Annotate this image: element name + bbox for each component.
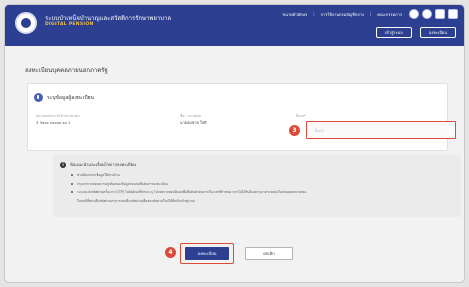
notice-item: ระบบจะส่งรหัสผ่านครั้งแรก (OTP) ไปยังอีเ… — [71, 188, 451, 197]
email-label: อีเมล* — [296, 114, 306, 118]
top-links: ขนาดตัวอักษร | การใช้งานกรมบัญชีกลาง | ค… — [282, 11, 402, 18]
name-label: ชื่อ - นามสกุล — [180, 114, 202, 118]
name-value: นายสมชาย ใจดี — [180, 120, 207, 125]
contrast-icon[interactable] — [422, 9, 432, 19]
divider: | — [313, 11, 315, 16]
notice-item: กรุณาตรวจสอบความถูกต้องของข้อมูลก่อนกดยื… — [71, 180, 451, 189]
form-actions: 4 ลงทะเบียน ยกเลิก — [5, 243, 464, 265]
site-header: ระบบบำเหน็จบำนาญและสวัสดิการรักษาพยาบาล … — [5, 5, 464, 46]
site-logo[interactable] — [15, 12, 37, 34]
header-buttons: เข้าสู่ระบบ ลงทะเบียน — [375, 27, 456, 38]
step-marker-4: 4 — [165, 247, 176, 258]
committee-link[interactable]: คณะกรรมการ — [377, 11, 402, 18]
card-header: ระบุข้อมูลผู้ลงทะเบียน — [34, 93, 94, 102]
notice-item: ท่านต้องกรอกข้อมูลให้ครบถ้วน — [71, 171, 451, 180]
language-en-icon[interactable] — [448, 9, 458, 19]
font-size-link[interactable]: ขนาดตัวอักษร — [282, 11, 307, 18]
card-title: ระบุข้อมูลผู้ลงทะเบียน — [47, 94, 94, 101]
top-icons — [409, 9, 458, 19]
divider: | — [369, 11, 372, 16]
email-input[interactable]: อีเมล — [306, 121, 456, 139]
logo-emblem-icon — [21, 18, 31, 28]
cgd-link[interactable]: การใช้งานกรมบัญชีกลาง — [321, 11, 364, 18]
cancel-button[interactable]: ยกเลิก — [245, 247, 293, 260]
register-button[interactable]: ลงทะเบียน — [419, 27, 456, 38]
notice-item: ในกรณีที่ท่านลืมรหัสผ่านสามารถกดลืมรหัสผ… — [77, 198, 195, 203]
notice-title: ข้อแนะนำและเงื่อนไขการลงทะเบียน — [70, 162, 136, 167]
page-title: ลงทะเบียนบุคคลภายนอกภาครัฐ — [25, 67, 108, 74]
accessibility-icon[interactable] — [409, 9, 419, 19]
step-marker-3: 3 — [289, 125, 300, 136]
id-number-value: 3 3xxx xxxxx xx 1 — [36, 120, 71, 125]
login-button[interactable]: เข้าสู่ระบบ — [375, 27, 412, 38]
info-icon: i — [60, 161, 66, 168]
edit-icon — [34, 93, 43, 102]
app-window: ระบบบำเหน็จบำนาญและสวัสดิการรักษาพยาบาล … — [4, 4, 465, 283]
id-number-label: หมายเลขประจำตัวประชาชน — [36, 114, 80, 118]
registrant-card: ระบุข้อมูลผู้ลงทะเบียน หมายเลขประจำตัวปร… — [27, 83, 456, 151]
notice-list: ท่านต้องกรอกข้อมูลให้ครบถ้วน กรุณาตรวจสอ… — [71, 171, 451, 205]
notice-header: i ข้อแนะนำและเงื่อนไขการลงทะเบียน — [60, 161, 136, 168]
brand-subtitle: DIGITAL PENSION — [45, 22, 94, 27]
notice-panel: i ข้อแนะนำและเงื่อนไขการลงทะเบียน ท่านต้… — [53, 155, 461, 217]
language-th-icon[interactable] — [435, 9, 445, 19]
submit-button[interactable]: ลงทะเบียน — [185, 247, 229, 260]
